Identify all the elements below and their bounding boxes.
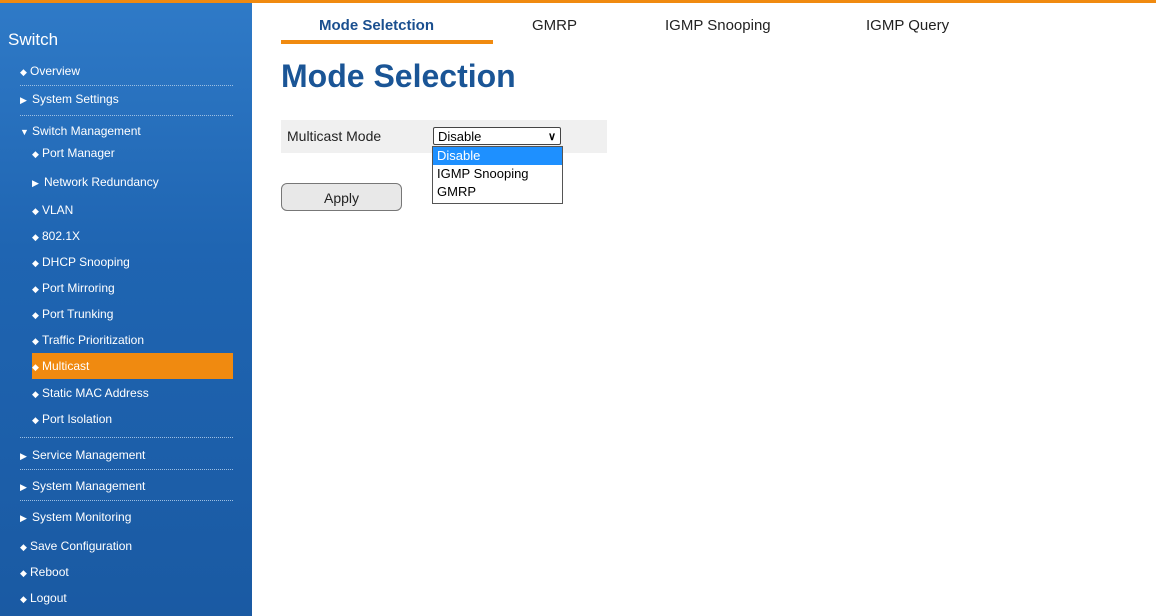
sidebar-item-system-monitoring[interactable]: ▶ System Monitoring bbox=[20, 505, 233, 529]
sidebar-item-traffic-prioritization[interactable]: ◆ Traffic Prioritization bbox=[32, 328, 245, 352]
tab-mode-selection[interactable]: Mode Seletction bbox=[319, 17, 434, 34]
sidebar-item-label: Network Redundancy bbox=[44, 175, 159, 189]
arrow-right-icon: ▶ bbox=[20, 513, 27, 523]
sidebar-item-multicast[interactable]: ◆ Multicast bbox=[32, 353, 233, 379]
sidebar-item-label: DHCP Snooping bbox=[42, 255, 130, 269]
bullet-icon: ◆ bbox=[20, 568, 27, 578]
sidebar-item-label: 802.1X bbox=[42, 229, 81, 243]
sidebar-item-port-mirroring[interactable]: ◆ Port Mirroring bbox=[32, 276, 245, 300]
apply-button[interactable]: Apply bbox=[281, 183, 402, 211]
sidebar-item-label: Port Trunking bbox=[42, 307, 114, 321]
sidebar-item-logout[interactable]: ◆ Logout bbox=[20, 586, 233, 610]
sidebar-item-label: Switch Management bbox=[32, 124, 141, 138]
sidebar-item-reboot[interactable]: ◆ Reboot bbox=[20, 560, 233, 584]
option-igmp-snooping[interactable]: IGMP Snooping bbox=[433, 165, 562, 183]
arrow-right-icon: ▶ bbox=[20, 451, 27, 461]
multicast-mode-dropdown: Disable IGMP Snooping GMRP bbox=[432, 146, 563, 204]
sidebar-item-label: Multicast bbox=[42, 359, 90, 373]
bullet-icon: ◆ bbox=[32, 258, 39, 268]
bullet-icon: ◆ bbox=[32, 206, 39, 216]
option-gmrp[interactable]: GMRP bbox=[433, 183, 562, 201]
divider bbox=[20, 437, 233, 438]
sidebar-item-label: Logout bbox=[30, 591, 67, 605]
sidebar-item-label: System Settings bbox=[32, 92, 119, 106]
page-title: Mode Selection bbox=[281, 58, 516, 94]
sidebar-item-label: Service Management bbox=[32, 448, 146, 462]
bullet-icon: ◆ bbox=[32, 149, 39, 159]
option-disable[interactable]: Disable bbox=[433, 147, 562, 165]
bullet-icon: ◆ bbox=[20, 67, 27, 77]
sidebar-item-static-mac-address[interactable]: ◆ Static MAC Address bbox=[32, 381, 245, 405]
multicast-mode-select[interactable]: Disable ∨ bbox=[433, 127, 561, 145]
sidebar-item-overview[interactable]: ◆ Overview bbox=[20, 59, 233, 83]
sidebar-item-port-manager[interactable]: ◆ Port Manager bbox=[32, 141, 245, 165]
bullet-icon: ◆ bbox=[32, 310, 39, 320]
sidebar-item-service-management[interactable]: ▶ Service Management bbox=[20, 443, 233, 467]
sidebar-item-802-1x[interactable]: ◆ 802.1X bbox=[32, 224, 245, 248]
sidebar-item-system-management[interactable]: ▶ System Management bbox=[20, 474, 233, 498]
sidebar-item-system-settings[interactable]: ▶ System Settings bbox=[20, 87, 233, 111]
sidebar-item-port-isolation[interactable]: ◆ Port Isolation bbox=[32, 407, 245, 431]
sidebar-item-label: VLAN bbox=[42, 203, 74, 217]
bullet-icon: ◆ bbox=[20, 594, 27, 604]
sidebar: Switch ◆ Overview ▶ System Settings ▼ Switc… bbox=[0, 3, 252, 616]
divider bbox=[20, 85, 233, 86]
sidebar-item-save-configuration[interactable]: ◆ Save Configuration bbox=[20, 534, 233, 558]
sidebar-item-switch-management[interactable]: ▼ Switch Management bbox=[20, 119, 233, 143]
bullet-icon: ◆ bbox=[32, 232, 39, 242]
chevron-down-icon: ∨ bbox=[547, 131, 556, 143]
sidebar-item-network-redundancy[interactable]: ▶ Network Redundancy bbox=[32, 170, 245, 194]
arrow-down-icon: ▼ bbox=[20, 127, 29, 137]
sidebar-item-vlan[interactable]: ◆ VLAN bbox=[32, 198, 245, 222]
bullet-icon: ◆ bbox=[32, 389, 39, 399]
bullet-icon: ◆ bbox=[32, 284, 39, 294]
sidebar-item-label: Save Configuration bbox=[30, 539, 133, 553]
divider bbox=[20, 500, 233, 501]
sidebar-item-label: System Management bbox=[32, 479, 146, 493]
sidebar-item-label: Reboot bbox=[30, 565, 69, 579]
sidebar-item-label: Traffic Prioritization bbox=[42, 333, 145, 347]
select-value: Disable bbox=[438, 129, 482, 144]
bullet-icon: ◆ bbox=[20, 542, 27, 552]
sidebar-item-label: Overview bbox=[30, 64, 81, 78]
sidebar-item-dhcp-snooping[interactable]: ◆ DHCP Snooping bbox=[32, 250, 245, 274]
divider bbox=[20, 469, 233, 470]
sidebar-item-label: Port Mirroring bbox=[42, 281, 115, 295]
tab-igmp-snooping[interactable]: IGMP Snooping bbox=[665, 17, 771, 34]
arrow-right-icon: ▶ bbox=[20, 482, 27, 492]
arrow-right-icon: ▶ bbox=[32, 178, 39, 188]
arrow-right-icon: ▶ bbox=[20, 95, 27, 105]
multicast-mode-label: Multicast Mode bbox=[287, 128, 382, 144]
sidebar-item-label: System Monitoring bbox=[32, 510, 132, 524]
divider bbox=[20, 115, 233, 116]
sidebar-item-port-trunking[interactable]: ◆ Port Trunking bbox=[32, 302, 245, 326]
sidebar-item-label: Port Manager bbox=[42, 146, 115, 160]
sidebar-title: Switch bbox=[8, 30, 59, 49]
bullet-icon: ◆ bbox=[32, 336, 39, 346]
tab-gmrp[interactable]: GMRP bbox=[532, 17, 577, 34]
bullet-icon: ◆ bbox=[32, 415, 39, 425]
bullet-icon: ◆ bbox=[32, 362, 39, 372]
tab-igmp-query[interactable]: IGMP Query bbox=[866, 17, 949, 34]
sidebar-item-label: Static MAC Address bbox=[42, 386, 149, 400]
sidebar-item-label: Port Isolation bbox=[42, 412, 113, 426]
active-tab-indicator bbox=[281, 40, 493, 44]
